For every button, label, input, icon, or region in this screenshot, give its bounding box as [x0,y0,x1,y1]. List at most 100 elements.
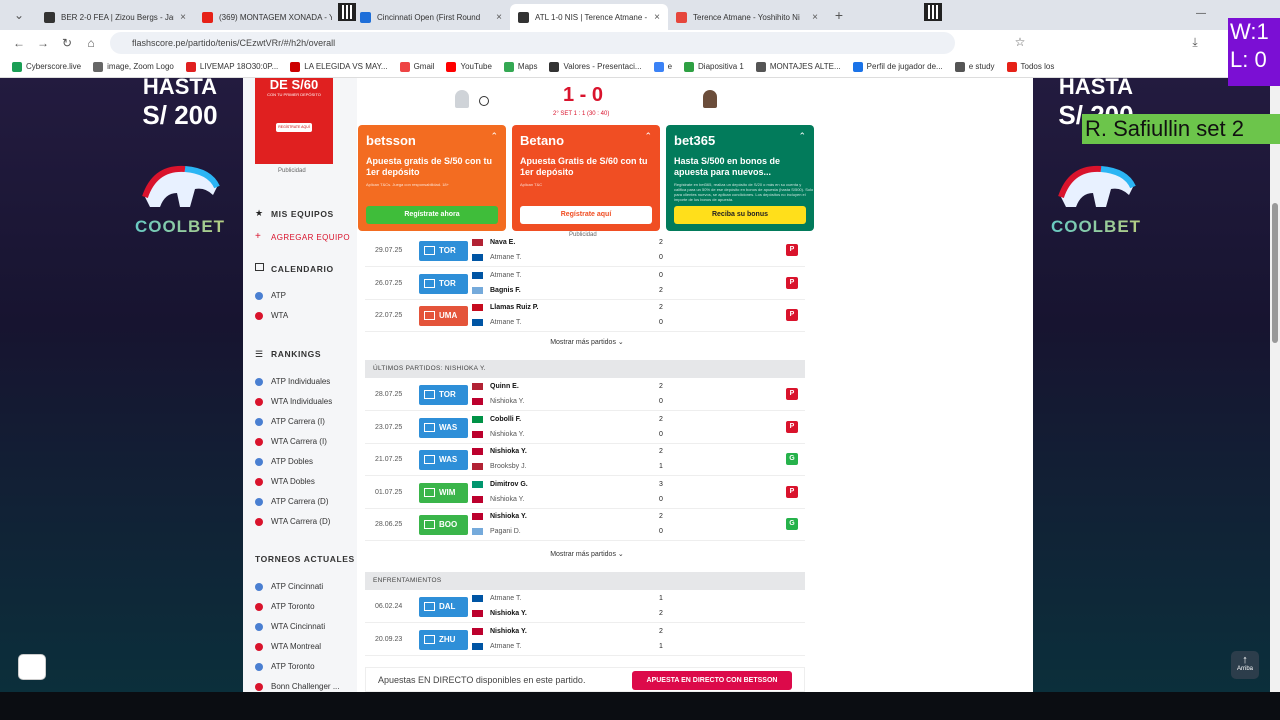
sidebar-link[interactable]: ATP Toronto [271,662,315,671]
home-icon[interactable]: ⌂ [80,36,102,50]
shield-icon[interactable] [18,654,46,680]
sidebar-link[interactable]: WTA Individuales [271,397,332,406]
bookmark-item[interactable]: YouTube [446,61,492,72]
bookmark-item[interactable]: e study [954,61,995,72]
page-scrollbar[interactable] [1270,78,1280,692]
tab-close-icon[interactable]: × [654,12,660,23]
sidebar-link[interactable]: WTA [271,311,288,320]
promo-button[interactable]: REGÍSTRATE AQUÍ [276,123,312,132]
player1-avatar[interactable] [455,90,469,108]
sidebar-link[interactable]: ATP Individuales [271,377,330,386]
forward-arrow-icon[interactable]: → [32,36,54,50]
tournament-badge[interactable]: WAS [419,417,468,438]
bookmark-item[interactable]: Perfil de jugador de... [852,61,943,72]
sidebar-link[interactable]: WTA Montreal [271,642,321,651]
download-icon[interactable]: ⤓ [1184,35,1206,50]
player1-name[interactable]: Atmane T. [490,595,521,602]
browser-tab[interactable]: Terence Atmane - Yoshihito Ni × [668,4,826,30]
player1-name[interactable]: Nishioka Y. [490,513,527,520]
match-row[interactable]: 28.06.25 BOO Nishioka Y. Pagani D. 2 0 G [365,509,805,541]
back-arrow-icon[interactable]: ← [8,36,30,50]
sidebar-link[interactable]: ATP Cincinnati [271,582,323,591]
tab-close-icon[interactable]: × [180,12,186,23]
player2-name[interactable]: Bagnis F. [490,287,521,294]
tournament-badge[interactable]: ZHU [419,629,468,650]
player1-name[interactable]: Nishioka Y. [490,448,527,455]
bet-offer-button[interactable]: Regístrate ahora [366,206,498,224]
bookmark-item[interactable]: Diapositiva 1 [684,61,744,72]
agregar-equipo-link[interactable]: AGREGAR EQUIPO [271,233,350,242]
live-betting-button[interactable]: APUESTA EN DIRECTO CON BETSSON [632,671,792,690]
tournament-badge[interactable]: DAL [419,597,468,617]
player2-name[interactable]: Nishioka Y. [490,610,527,617]
player1-name[interactable]: Cobolli F. [490,416,521,423]
player2-name[interactable]: Atmane T. [490,319,521,326]
browser-tab[interactable]: BER 2-0 FEA | Zizou Bergs - Jaum × [36,4,194,30]
star-bookmark-icon[interactable]: ☆ [1009,35,1031,49]
sidebar-link[interactable]: ATP Toronto [271,602,315,611]
sidebar-link[interactable]: ATP Carrera (I) [271,417,325,426]
scrollbar-thumb[interactable] [1272,203,1278,343]
player1-name[interactable]: Nishioka Y. [490,628,527,635]
player2-name[interactable]: Atmane T. [490,643,521,650]
chevron-up-icon[interactable]: ⌃ [644,131,652,142]
show-more-atmane-link[interactable]: Mostrar más partidos ⌄ [357,338,817,346]
player1-name[interactable]: Quinn E. [490,383,519,390]
match-row[interactable]: 28.07.25 TOR Quinn E. Nishioka Y. 2 0 P [365,379,805,411]
match-row[interactable]: 29.07.25 TOR Nava E. Atmane T. 2 0 P [365,235,805,267]
player2-name[interactable]: Brooksby J. [490,463,527,470]
bet-offer-card[interactable]: Betano Apuesta Gratis de S/60 con tu 1er … [512,125,660,231]
bet-offer-button[interactable]: Reciba su bonus [674,206,806,224]
player1-name[interactable]: Atmane T. [490,272,521,279]
url-bar[interactable]: flashscore.pe/partido/tenis/CEzwtVRr/#/h… [110,32,955,54]
sidebar-link[interactable]: Bonn Challenger ... [271,682,340,691]
sidebar-link[interactable]: ATP Carrera (D) [271,497,329,506]
bookmark-item[interactable]: LA ELEGIDA VS MAY... [290,61,388,72]
sidebar-promo-ad[interactable]: DE S/60 CON TU PRIMER DEPÓSITO REGÍSTRAT… [255,78,333,164]
chevron-up-icon[interactable]: ⌃ [798,131,806,142]
tournament-badge[interactable]: BOO [419,515,468,535]
tournament-badge[interactable]: WIM [419,482,468,503]
new-tab-button[interactable]: + [828,7,850,23]
match-row[interactable]: 22.07.25 UMA Llamas Ruiz P. Atmane T. 2 0 P [365,300,805,332]
player2-avatar[interactable] [703,90,717,108]
bet-offer-card[interactable]: betsson Apuesta gratis de S/50 con tu 1er… [358,125,506,231]
mis-equipos-heading[interactable]: MIS EQUIPOS [271,209,334,219]
bookmark-item[interactable]: Maps [503,61,537,72]
match-row[interactable]: 01.07.25 WIM Dimitrov G. Nishioka Y. 3 0 P [365,477,805,509]
player2-name[interactable]: Nishioka Y. [490,431,524,438]
bookmark-item[interactable]: Cyberscore.live [12,61,81,72]
tournament-badge[interactable]: UMA [419,306,468,326]
back-to-top-button[interactable]: ↑ Arriba [1231,651,1259,679]
sidebar-link[interactable]: WTA Carrera (D) [271,517,330,526]
minimize-button[interactable]: — [1196,8,1206,19]
browser-tab[interactable]: (369) MONTAGEM XONADA - YouTube× [194,4,352,30]
bookmark-item[interactable]: e [653,61,672,72]
tab-close-icon[interactable]: × [496,12,502,23]
player2-name[interactable]: Atmane T. [490,254,521,261]
show-more-nishioka-link[interactable]: Mostrar más partidos ⌄ [357,550,817,558]
match-row[interactable]: 21.07.25 WAS Nishioka Y. Brooksby J. 2 1 G [365,444,805,476]
sidebar-link[interactable]: WTA Cincinnati [271,622,325,631]
bet-offer-button[interactable]: Regístrate aquí [520,206,652,224]
player2-name[interactable]: Nishioka Y. [490,496,524,503]
tournament-badge[interactable]: TOR [419,385,468,405]
tab-list-chevron-icon[interactable]: ⌄ [8,8,30,22]
sidebar-link[interactable]: WTA Dobles [271,477,315,486]
chevron-up-icon[interactable]: ⌃ [490,131,498,142]
player1-name[interactable]: Llamas Ruiz P. [490,304,539,311]
match-row[interactable]: 06.02.24 DAL Atmane T. Nishioka Y. 1 2 [365,591,805,623]
reload-icon[interactable]: ↻ [56,36,78,50]
bookmark-item[interactable]: MONTAJES ALTE... [755,61,841,72]
tournament-badge[interactable]: TOR [419,241,468,261]
player1-name[interactable]: Nava E. [490,239,515,246]
bet-offer-card[interactable]: bet365 Hasta S/500 en bonos de apuesta pa… [666,125,814,231]
player2-name[interactable]: Nishioka Y. [490,398,524,405]
tournament-badge[interactable]: TOR [419,273,468,294]
tab-close-icon[interactable]: × [812,12,818,23]
sidebar-link[interactable]: WTA Carrera (I) [271,437,327,446]
bookmark-item[interactable]: LIVEMAP 18O30:0P... [185,61,278,72]
match-row[interactable]: 20.09.23 ZHU Nishioka Y. Atmane T. 2 1 [365,624,805,656]
bookmark-item[interactable]: Gmail [399,61,434,72]
bookmark-item[interactable]: Todos los [1006,61,1054,72]
